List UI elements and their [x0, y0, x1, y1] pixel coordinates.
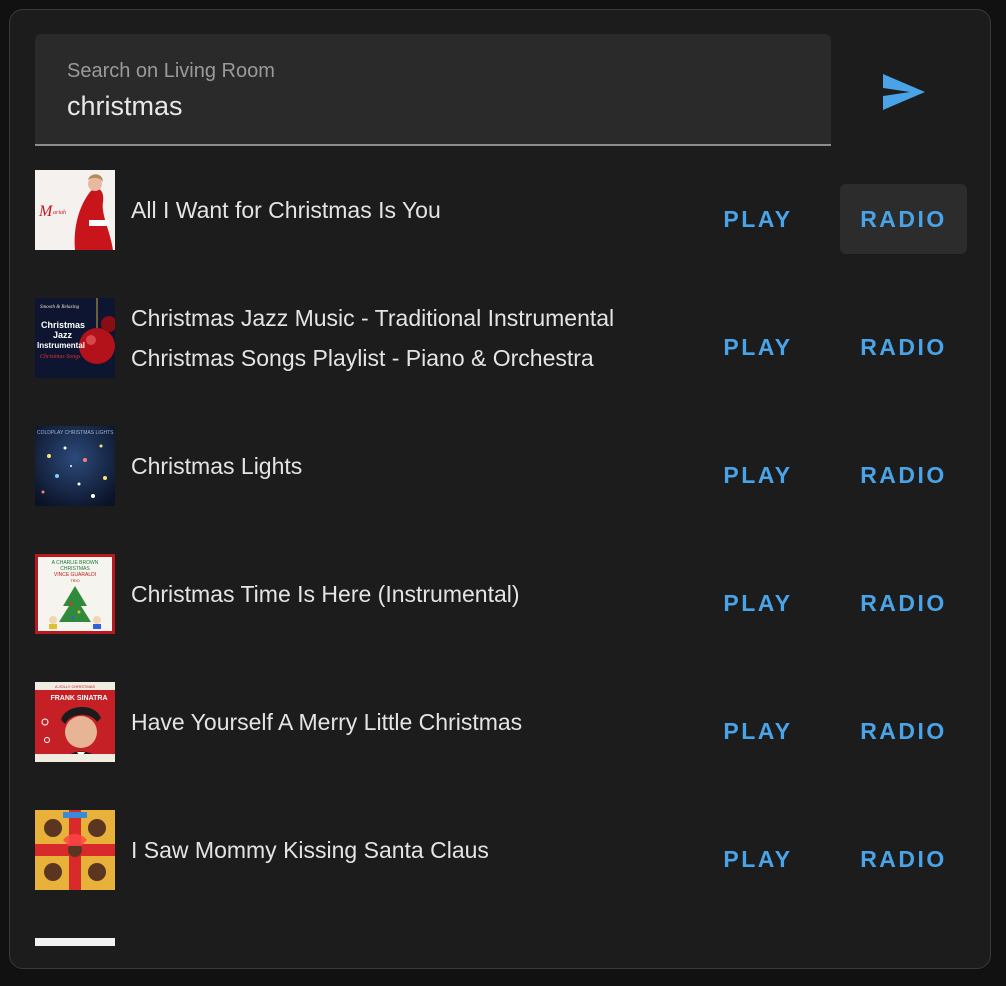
play-button[interactable]: PLAY	[698, 824, 818, 894]
album-art	[35, 810, 115, 890]
search-panel: Search on Living Room M ariah All I Want	[9, 9, 991, 969]
play-button[interactable]: PLAY	[698, 184, 818, 254]
result-title: I Saw Mommy Kissing Santa Claus	[131, 837, 489, 863]
search-field[interactable]: Search on Living Room	[35, 34, 831, 146]
album-art: A JOLLY CHRISTMAS FRANK SINATRA	[35, 682, 115, 762]
art-text: FRANK SINATRA	[50, 695, 107, 702]
radio-button[interactable]: RADIO	[840, 440, 967, 510]
search-label: Search on Living Room	[67, 60, 275, 82]
list-item: Smooth & Relaxing Christmas Jazz Instrum…	[10, 274, 990, 402]
play-button[interactable]: PLAY	[698, 568, 818, 638]
radio-button[interactable]: RADIO	[840, 696, 967, 766]
art-text: COLDPLAY CHRISTMAS LIGHTS	[37, 430, 114, 436]
svg-text:M: M	[38, 203, 54, 220]
art-text: TRIO	[70, 578, 80, 583]
list-item: M ariah All I Want for Christmas Is You …	[10, 146, 990, 274]
list-item: COLDPLAY CHRISTMAS LIGHTS Christmas Ligh…	[10, 402, 990, 530]
send-button[interactable]	[874, 62, 934, 122]
list-item: A JOLLY CHRISTMAS FRANK SINATRA Have You…	[10, 658, 990, 786]
art-text: Christmas	[41, 320, 85, 330]
play-button[interactable]: PLAY	[698, 440, 818, 510]
result-title: Have Yourself A Merry Little Christmas	[131, 709, 523, 735]
result-title: All I Want for Christmas Is You	[131, 197, 441, 223]
send-icon	[883, 74, 925, 110]
album-art: COLDPLAY CHRISTMAS LIGHTS	[35, 426, 115, 506]
art-text: Jazz	[53, 330, 73, 340]
list-item: A CHARLIE BROWN CHRISTMAS VINCE GUARALDI…	[10, 530, 990, 658]
radio-button[interactable]: RADIO	[840, 312, 967, 382]
svg-text:ariah: ariah	[53, 210, 66, 216]
album-art: Smooth & Relaxing Christmas Jazz Instrum…	[35, 298, 115, 378]
art-text: Instrumental	[37, 341, 85, 350]
album-art: M ariah	[35, 170, 115, 250]
result-title: Christmas Lights	[131, 453, 303, 479]
search-input[interactable]	[67, 86, 787, 126]
radio-button[interactable]: RADIO	[840, 184, 967, 254]
list-item: I Saw Mommy Kissing Santa Claus PLAY RAD…	[10, 786, 990, 914]
art-text: Christmas Songs	[40, 354, 81, 360]
result-title: Christmas Jazz Music - Traditional Instr…	[131, 305, 615, 371]
play-button[interactable]: PLAY	[698, 696, 818, 766]
result-title: Christmas Time Is Here (Instrumental)	[131, 581, 520, 607]
radio-button[interactable]: RADIO	[840, 824, 967, 894]
play-button[interactable]: PLAY	[698, 312, 818, 382]
album-art: A CHARLIE BROWN CHRISTMAS VINCE GUARALDI…	[35, 554, 115, 634]
art-text: Smooth & Relaxing	[40, 305, 80, 310]
art-text: A JOLLY CHRISTMAS	[55, 684, 95, 689]
album-art	[35, 938, 115, 946]
radio-button[interactable]: RADIO	[840, 568, 967, 638]
